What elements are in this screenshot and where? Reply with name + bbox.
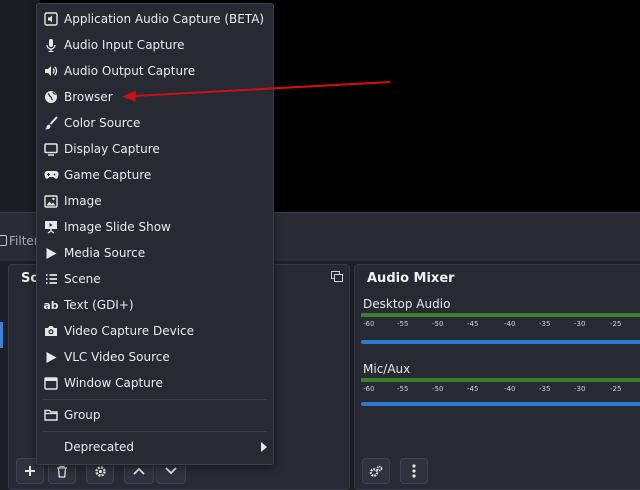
annotation-arrow [122, 81, 391, 102]
